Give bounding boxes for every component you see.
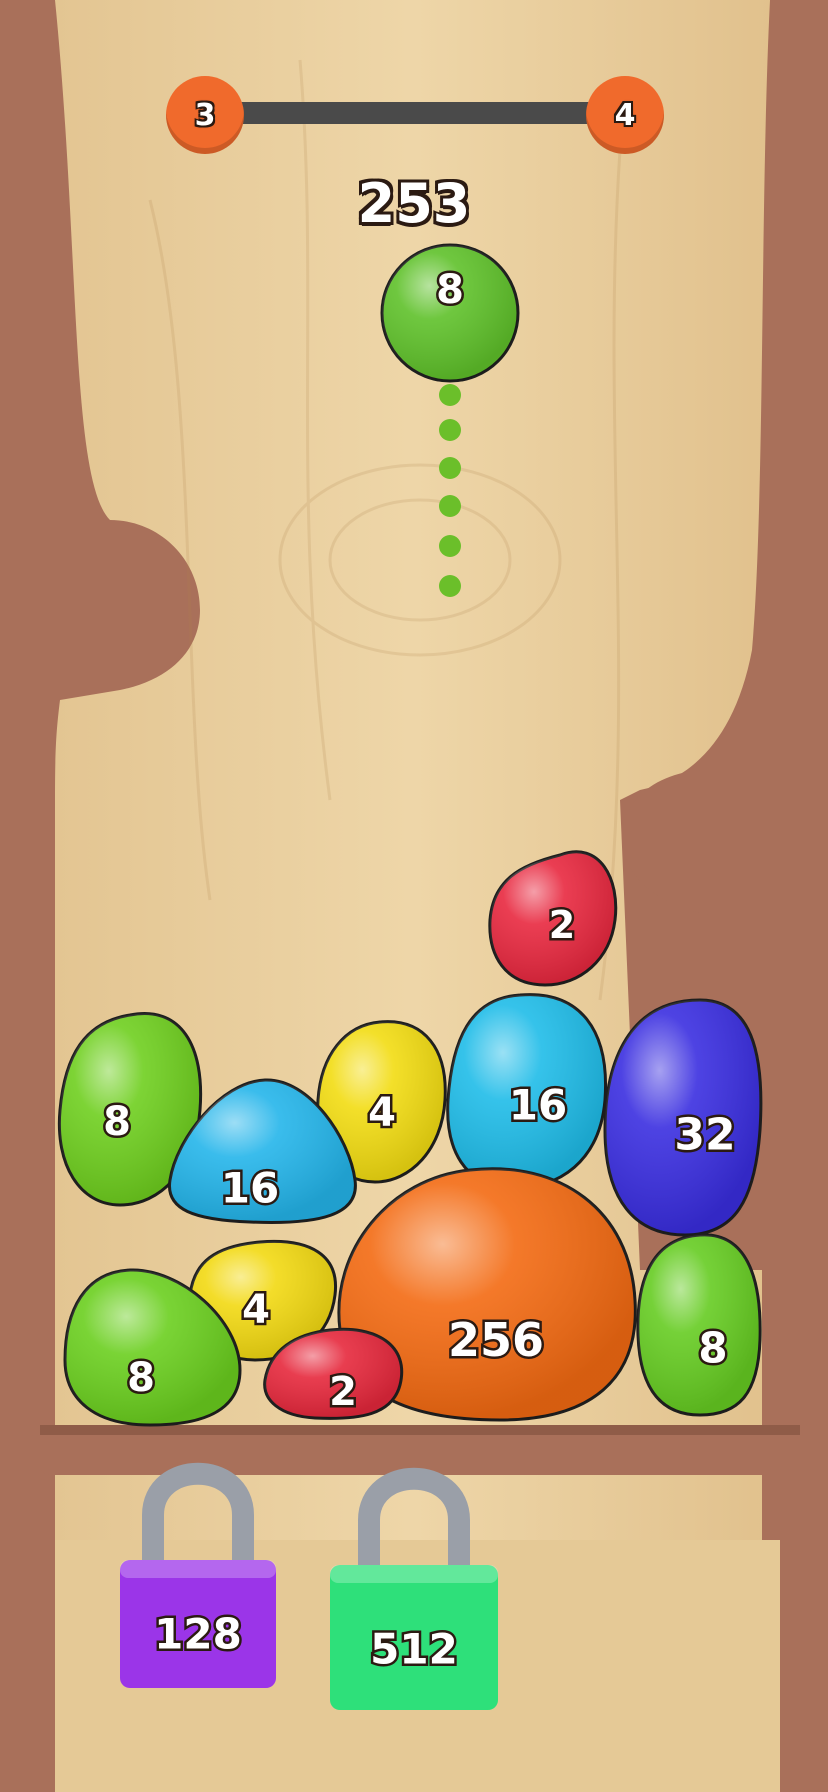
aim-dot bbox=[439, 384, 461, 406]
blob-value: 2 bbox=[329, 1369, 357, 1415]
next-level-label: 4 bbox=[614, 97, 636, 133]
blob: 16 bbox=[446, 993, 608, 1190]
game-board[interactable]: 8 2 8 4 16 32 16 256 4 8 8 2 128 512 bbox=[0, 0, 828, 1792]
current-level-label: 3 bbox=[194, 97, 216, 133]
lock-value: 128 bbox=[154, 1610, 242, 1659]
right-lower-wall bbox=[780, 1470, 828, 1792]
game-stage[interactable]: 8 2 8 4 16 32 16 256 4 8 8 2 128 512 3 4 253 bbox=[0, 0, 828, 1792]
shelf-shadow bbox=[40, 1425, 800, 1435]
aim-dot bbox=[439, 457, 461, 479]
next-blob-shine bbox=[382, 245, 518, 381]
blob-value: 256 bbox=[448, 1313, 544, 1367]
blob: 32 bbox=[603, 998, 763, 1237]
score-counter: 253 bbox=[357, 172, 471, 235]
next-blob-value: 8 bbox=[436, 267, 464, 313]
aim-dot bbox=[439, 535, 461, 557]
level-progress-bar bbox=[220, 102, 620, 124]
current-level-badge: 3 bbox=[166, 76, 244, 154]
aim-dot bbox=[439, 419, 461, 441]
next-level-badge: 4 bbox=[586, 76, 664, 154]
blob-value: 2 bbox=[549, 903, 575, 947]
lock-highlight bbox=[330, 1565, 498, 1583]
blob: 8 bbox=[636, 1233, 762, 1417]
blob-value: 8 bbox=[103, 1099, 131, 1145]
blob-value: 32 bbox=[674, 1110, 735, 1161]
blob-value: 4 bbox=[242, 1287, 270, 1333]
blob-value: 16 bbox=[509, 1081, 567, 1130]
lock-highlight bbox=[120, 1560, 276, 1578]
aim-dot bbox=[439, 495, 461, 517]
next-blob[interactable]: 8 bbox=[380, 243, 520, 383]
blob-value: 8 bbox=[698, 1324, 727, 1373]
blob-value: 4 bbox=[368, 1090, 396, 1136]
blob-value: 8 bbox=[127, 1355, 155, 1401]
blob-value: 16 bbox=[221, 1164, 279, 1213]
lock-value: 512 bbox=[370, 1625, 458, 1674]
aim-dot bbox=[439, 575, 461, 597]
